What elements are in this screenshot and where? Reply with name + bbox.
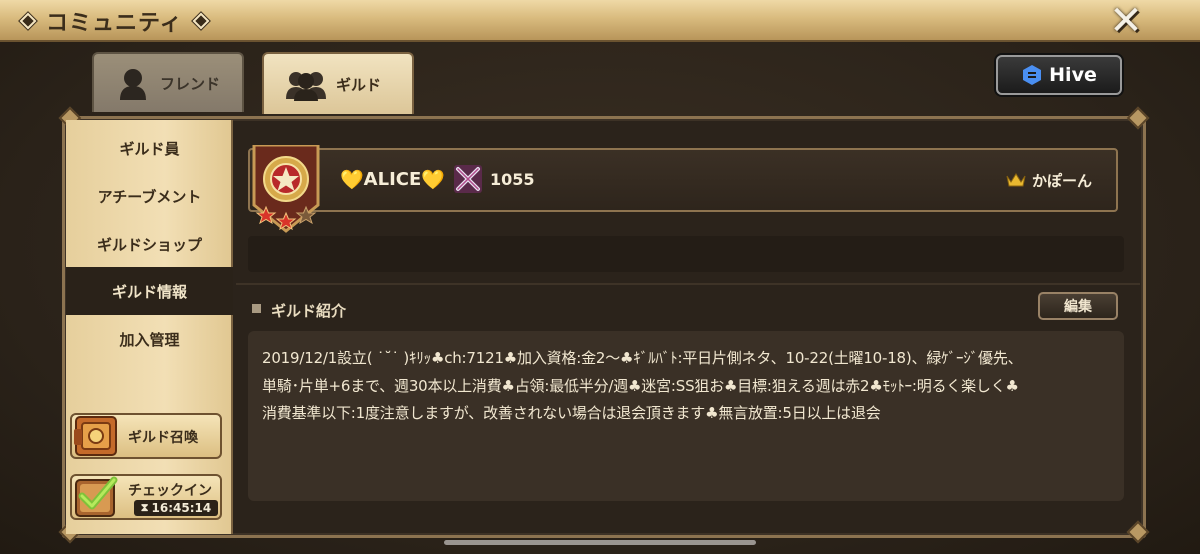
guild-name: 💛 ALICE 💛 xyxy=(340,168,445,191)
check-in-button[interactable]: チェックイン ⧗ 16:45:14 xyxy=(70,474,222,520)
title-diamond-left-icon xyxy=(19,12,37,30)
guild-intro-text: 2019/12/1設立( ˙˘˙ )ｷﾘｯ♣ch:7121♣加入資格:金2〜♣ｷ… xyxy=(262,349,1023,422)
crossed-swords-icon xyxy=(454,165,482,193)
friend-silhouette-icon xyxy=(120,69,146,100)
check-in-timer: ⧗ 16:45:14 xyxy=(134,500,218,516)
guild-name-text: ALICE xyxy=(363,169,422,190)
guild-summon-button[interactable]: ギルド召喚 xyxy=(70,413,222,459)
sidebar-item-guild-info[interactable]: ギルド情報 xyxy=(66,267,233,315)
tab-guild-label: ギルド xyxy=(336,75,382,94)
divider xyxy=(236,283,1140,285)
title-wrap: コミュニティ xyxy=(19,6,210,36)
summon-scroll-icon xyxy=(74,416,117,456)
tab-friend[interactable]: フレンド xyxy=(92,52,244,112)
guild-silhouette-icon xyxy=(286,72,326,101)
sidebar-item-members[interactable]: ギルド員 xyxy=(66,124,233,172)
tab-friend-label: フレンド xyxy=(160,74,221,93)
title-bar: コミュニティ ✕ xyxy=(0,0,1200,42)
guild-score: 1055 xyxy=(490,170,535,189)
check-in-time: 16:45:14 xyxy=(151,501,212,515)
edit-button[interactable]: 編集 xyxy=(1038,292,1118,320)
hive-label: Hive xyxy=(1049,64,1097,86)
sidebar-item-join-management[interactable]: 加入管理 xyxy=(66,315,233,363)
sidebar-item-achievement[interactable]: アチーブメント xyxy=(66,172,233,220)
sidebar-item-guild-shop[interactable]: ギルドショップ xyxy=(66,220,233,268)
guild-leader-name: かぽーん xyxy=(1032,172,1093,190)
section-bullet-icon xyxy=(252,304,261,313)
heart-right-icon: 💛 xyxy=(421,169,445,191)
heart-left-icon: 💛 xyxy=(340,169,364,191)
close-button[interactable]: ✕ xyxy=(1106,1,1146,41)
guild-info-bar xyxy=(248,236,1124,272)
hourglass-icon: ⧗ xyxy=(140,501,149,514)
crown-icon xyxy=(1006,173,1026,187)
window-title: コミュニティ xyxy=(46,11,183,36)
tab-guild[interactable]: ギルド xyxy=(262,52,414,114)
hive-logo-icon xyxy=(1023,65,1042,85)
check-in-icon xyxy=(75,476,118,517)
guild-intro-title: ギルド紹介 xyxy=(271,302,347,320)
guild-summon-label: ギルド召喚 xyxy=(128,430,198,446)
guild-emblem-icon xyxy=(252,145,320,233)
home-indicator[interactable] xyxy=(444,540,756,545)
guild-intro-box: 2019/12/1設立( ˙˘˙ )ｷﾘｯ♣ch:7121♣加入資格:金2〜♣ｷ… xyxy=(248,331,1124,501)
check-in-label: チェックイン xyxy=(128,483,212,499)
title-diamond-right-icon xyxy=(192,12,210,30)
hive-button[interactable]: Hive xyxy=(996,55,1122,95)
